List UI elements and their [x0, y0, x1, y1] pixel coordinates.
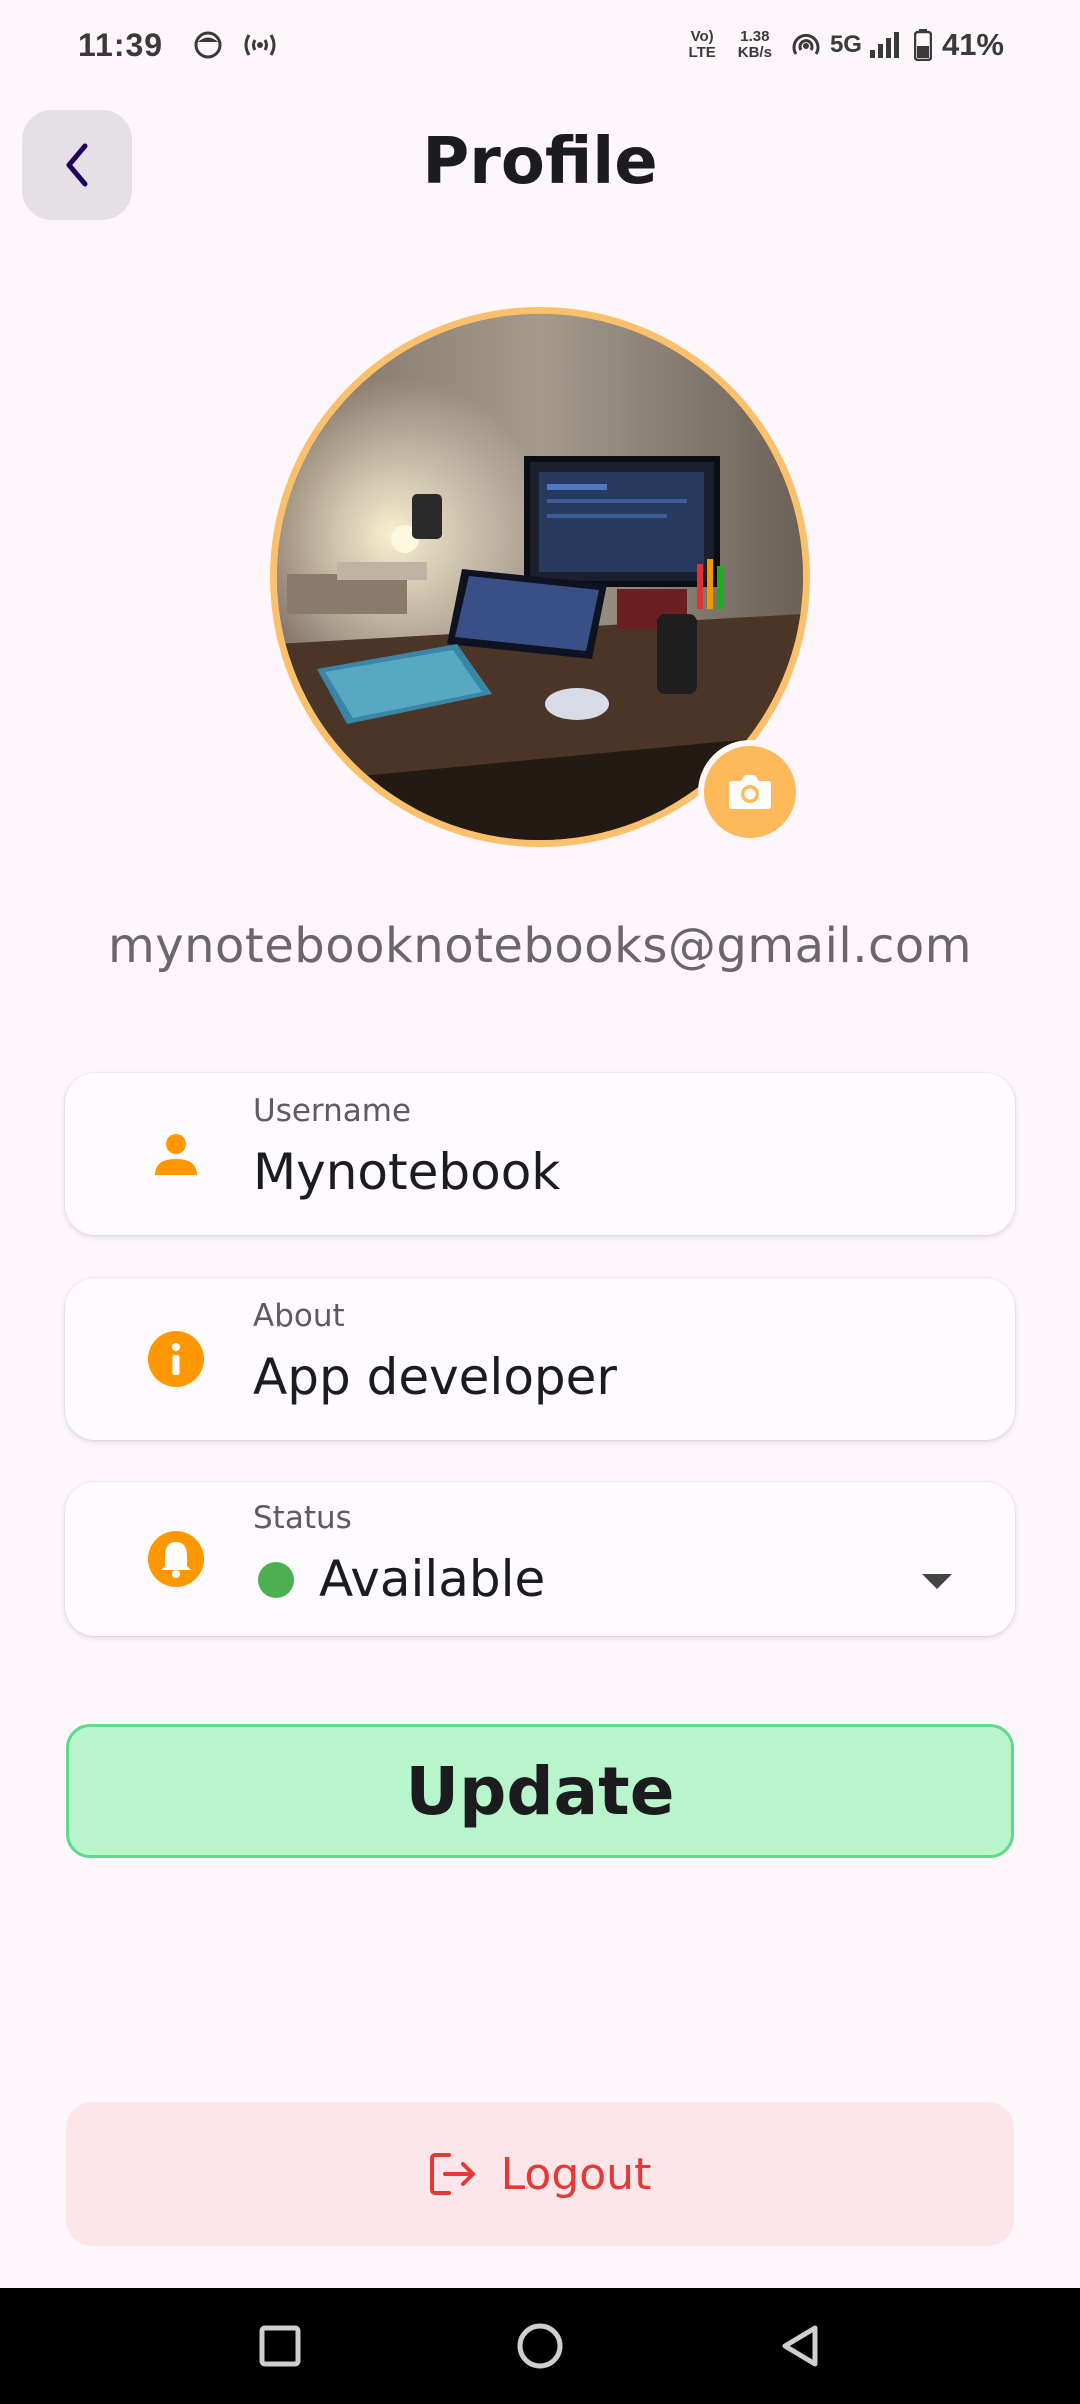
- status-bar-left: 11:39: [78, 27, 279, 64]
- volte-icon: Vo) LTE: [689, 29, 716, 61]
- username-field[interactable]: Username Mynotebook: [65, 1073, 1015, 1235]
- person-icon: [147, 1125, 205, 1183]
- camera-icon: [726, 772, 774, 812]
- network-type-bottom: LTE: [688, 44, 716, 61]
- battery-icon: [913, 29, 932, 61]
- change-photo-button[interactable]: [698, 740, 802, 844]
- username-value: Mynotebook: [253, 1143, 561, 1201]
- speed-unit: KB/s: [737, 44, 772, 61]
- speed-value: 1.38: [740, 28, 770, 45]
- cast-icon: [241, 30, 279, 60]
- info-icon: [147, 1330, 205, 1388]
- recents-square-icon: [258, 2324, 302, 2368]
- status-value: Available: [319, 1550, 546, 1608]
- back-nav-button[interactable]: [760, 2306, 840, 2386]
- username-label: Username: [253, 1093, 412, 1129]
- network-type-top: Vo): [690, 28, 714, 45]
- home-button[interactable]: [500, 2306, 580, 2386]
- status-indicator-dot: [258, 1562, 294, 1598]
- logout-label: Logout: [500, 2148, 652, 2200]
- avatar-container: [270, 307, 810, 847]
- signal-5g-label: 5G: [829, 31, 862, 58]
- status-label: Status: [253, 1500, 352, 1536]
- system-nav-bar: [0, 2288, 1080, 2404]
- about-field[interactable]: About App developer: [65, 1278, 1015, 1440]
- email-text: mynotebooknotebooks@gmail.com: [107, 918, 973, 974]
- about-value: App developer: [253, 1348, 617, 1406]
- recents-button[interactable]: [240, 2306, 320, 2386]
- update-button[interactable]: Update: [66, 1724, 1014, 1858]
- about-label: About: [253, 1298, 345, 1334]
- signal-icon: [868, 30, 902, 60]
- status-dropdown[interactable]: Status Available: [65, 1482, 1015, 1636]
- logout-button[interactable]: Logout: [66, 2102, 1014, 2246]
- page-title: Profile: [422, 125, 658, 199]
- status-bar: 11:39 Vo) LTE 1.38 KB/s 5G 41%: [0, 0, 1080, 90]
- status-bar-right: Vo) LTE 1.38 KB/s 5G 41%: [689, 27, 1004, 63]
- bell-icon: [147, 1530, 205, 1588]
- battery-percent: 41%: [941, 27, 1004, 62]
- face-icon: [193, 30, 223, 60]
- status-time: 11:39: [78, 26, 164, 63]
- home-circle-icon: [516, 2322, 564, 2370]
- back-triangle-icon: [777, 2323, 823, 2369]
- dropdown-arrow-icon: [922, 1574, 952, 1589]
- network-speed: 1.38 KB/s: [738, 29, 772, 61]
- logout-icon: [429, 2151, 479, 2197]
- hotspot-icon: [790, 30, 822, 60]
